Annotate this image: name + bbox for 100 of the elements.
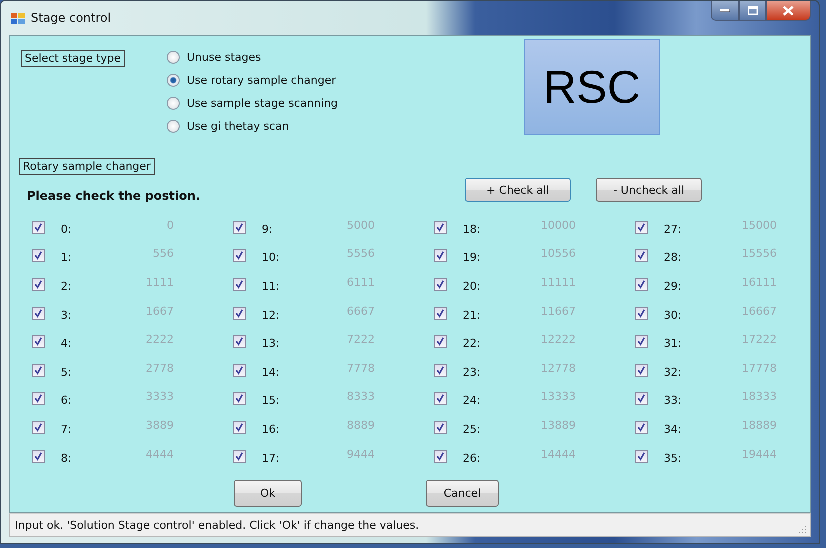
position-label: 29: xyxy=(664,280,683,293)
position-value: 8889 xyxy=(346,418,375,432)
position-value: 5000 xyxy=(346,218,375,232)
checkbox[interactable] xyxy=(635,306,648,320)
radio-label[interactable]: Use sample stage scanning xyxy=(187,97,338,110)
position-label: 4: xyxy=(61,337,73,350)
position-value: 16667 xyxy=(741,304,777,318)
radio-button[interactable] xyxy=(167,51,180,64)
position-label: 35: xyxy=(664,452,683,465)
checkbox[interactable] xyxy=(434,450,447,463)
position-value: 2222 xyxy=(145,333,174,346)
position-value: 13333 xyxy=(540,390,576,404)
position-value: 17222 xyxy=(741,333,777,346)
position-label: 24: xyxy=(463,394,482,408)
checkbox[interactable] xyxy=(635,278,648,291)
position-label: 33: xyxy=(664,394,683,408)
checkbox[interactable] xyxy=(434,278,447,291)
position-label: 12: xyxy=(262,308,281,322)
checkbox[interactable] xyxy=(233,249,246,262)
checkbox[interactable] xyxy=(434,392,447,406)
position-value: 11667 xyxy=(540,304,576,318)
checkbox[interactable] xyxy=(635,335,648,348)
position-value: 18333 xyxy=(741,390,777,404)
checkbox[interactable] xyxy=(32,392,45,406)
radio-button[interactable] xyxy=(167,120,180,133)
radio-button[interactable] xyxy=(167,74,180,87)
minimize-button[interactable] xyxy=(711,1,739,21)
position-label: 3: xyxy=(61,308,73,322)
checkbox[interactable] xyxy=(233,450,246,463)
position-label: 7: xyxy=(61,422,73,436)
app-icon xyxy=(11,11,25,25)
checkbox[interactable] xyxy=(434,220,447,234)
group-label: Rotary sample changer xyxy=(19,158,155,175)
position-label: 0: xyxy=(61,222,73,236)
position-label: 30: xyxy=(664,308,683,322)
position-label: 14: xyxy=(262,366,281,379)
checkbox[interactable] xyxy=(434,335,447,348)
position-label: 31: xyxy=(664,337,683,350)
position-value: 15000 xyxy=(741,218,777,232)
checkbox[interactable] xyxy=(32,306,45,320)
group-label: Select stage type xyxy=(21,50,126,67)
position-value: 15556 xyxy=(741,247,777,260)
position-label: 32: xyxy=(664,366,683,379)
position-value: 7778 xyxy=(346,362,375,375)
position-value: 8333 xyxy=(346,390,375,404)
close-button[interactable] xyxy=(766,1,811,21)
checkbox[interactable] xyxy=(233,420,246,434)
checkbox[interactable] xyxy=(635,220,648,234)
status-text: Input ok. 'Solution Stage control' enabled. Click 'Ok' if change the values. xyxy=(15,518,420,532)
checkbox[interactable] xyxy=(32,420,45,434)
position-value: 14444 xyxy=(540,448,576,461)
position-label: 8: xyxy=(61,452,73,465)
checkbox[interactable] xyxy=(32,220,45,234)
checkbox[interactable] xyxy=(32,249,45,262)
ok-button[interactable]: Ok xyxy=(234,480,302,508)
position-label: 21: xyxy=(463,308,482,322)
maximize-icon xyxy=(748,6,758,15)
position-value: 5556 xyxy=(346,247,375,260)
checkbox[interactable] xyxy=(434,249,447,262)
position-label: 19: xyxy=(463,251,482,264)
maximize-button[interactable] xyxy=(739,1,766,21)
position-label: 18: xyxy=(463,222,482,236)
checkbox[interactable] xyxy=(32,450,45,463)
position-value: 19444 xyxy=(741,448,777,461)
checkbox[interactable] xyxy=(434,364,447,377)
position-label: 5: xyxy=(61,366,73,379)
position-label: 15: xyxy=(262,394,281,408)
checkbox[interactable] xyxy=(233,392,246,406)
position-label: 1: xyxy=(61,251,73,264)
checkbox[interactable] xyxy=(233,306,246,320)
radio-label[interactable]: Use rotary sample changer xyxy=(187,74,336,87)
uncheck-all-button[interactable]: - Uncheck all xyxy=(596,178,702,202)
checkbox[interactable] xyxy=(635,392,648,406)
checkbox[interactable] xyxy=(635,249,648,262)
position-value: 2778 xyxy=(145,362,174,375)
checkbox[interactable] xyxy=(233,278,246,291)
position-label: 25: xyxy=(463,422,482,436)
radio-button[interactable] xyxy=(167,97,180,110)
radio-label[interactable]: Use gi thetay scan xyxy=(187,120,290,133)
position-label: 27: xyxy=(664,222,683,236)
checkbox[interactable] xyxy=(635,420,648,434)
checkbox[interactable] xyxy=(233,335,246,348)
check-all-button[interactable]: + Check all xyxy=(465,178,571,202)
checkbox[interactable] xyxy=(32,335,45,348)
checkbox[interactable] xyxy=(233,364,246,377)
position-label: 34: xyxy=(664,422,683,436)
checkbox[interactable] xyxy=(434,306,447,320)
checkbox[interactable] xyxy=(32,278,45,291)
position-value: 556 xyxy=(152,247,174,260)
position-value: 17778 xyxy=(741,362,777,375)
checkbox[interactable] xyxy=(635,364,648,377)
position-value: 11111 xyxy=(540,276,576,289)
checkbox[interactable] xyxy=(434,420,447,434)
radio-label[interactable]: Unuse stages xyxy=(187,51,262,64)
position-label: 26: xyxy=(463,452,482,465)
cancel-button[interactable]: Cancel xyxy=(426,480,499,508)
checkbox[interactable] xyxy=(32,364,45,377)
checkbox[interactable] xyxy=(635,450,648,463)
checkbox[interactable] xyxy=(233,220,246,234)
mode-badge: RSC xyxy=(524,39,660,135)
